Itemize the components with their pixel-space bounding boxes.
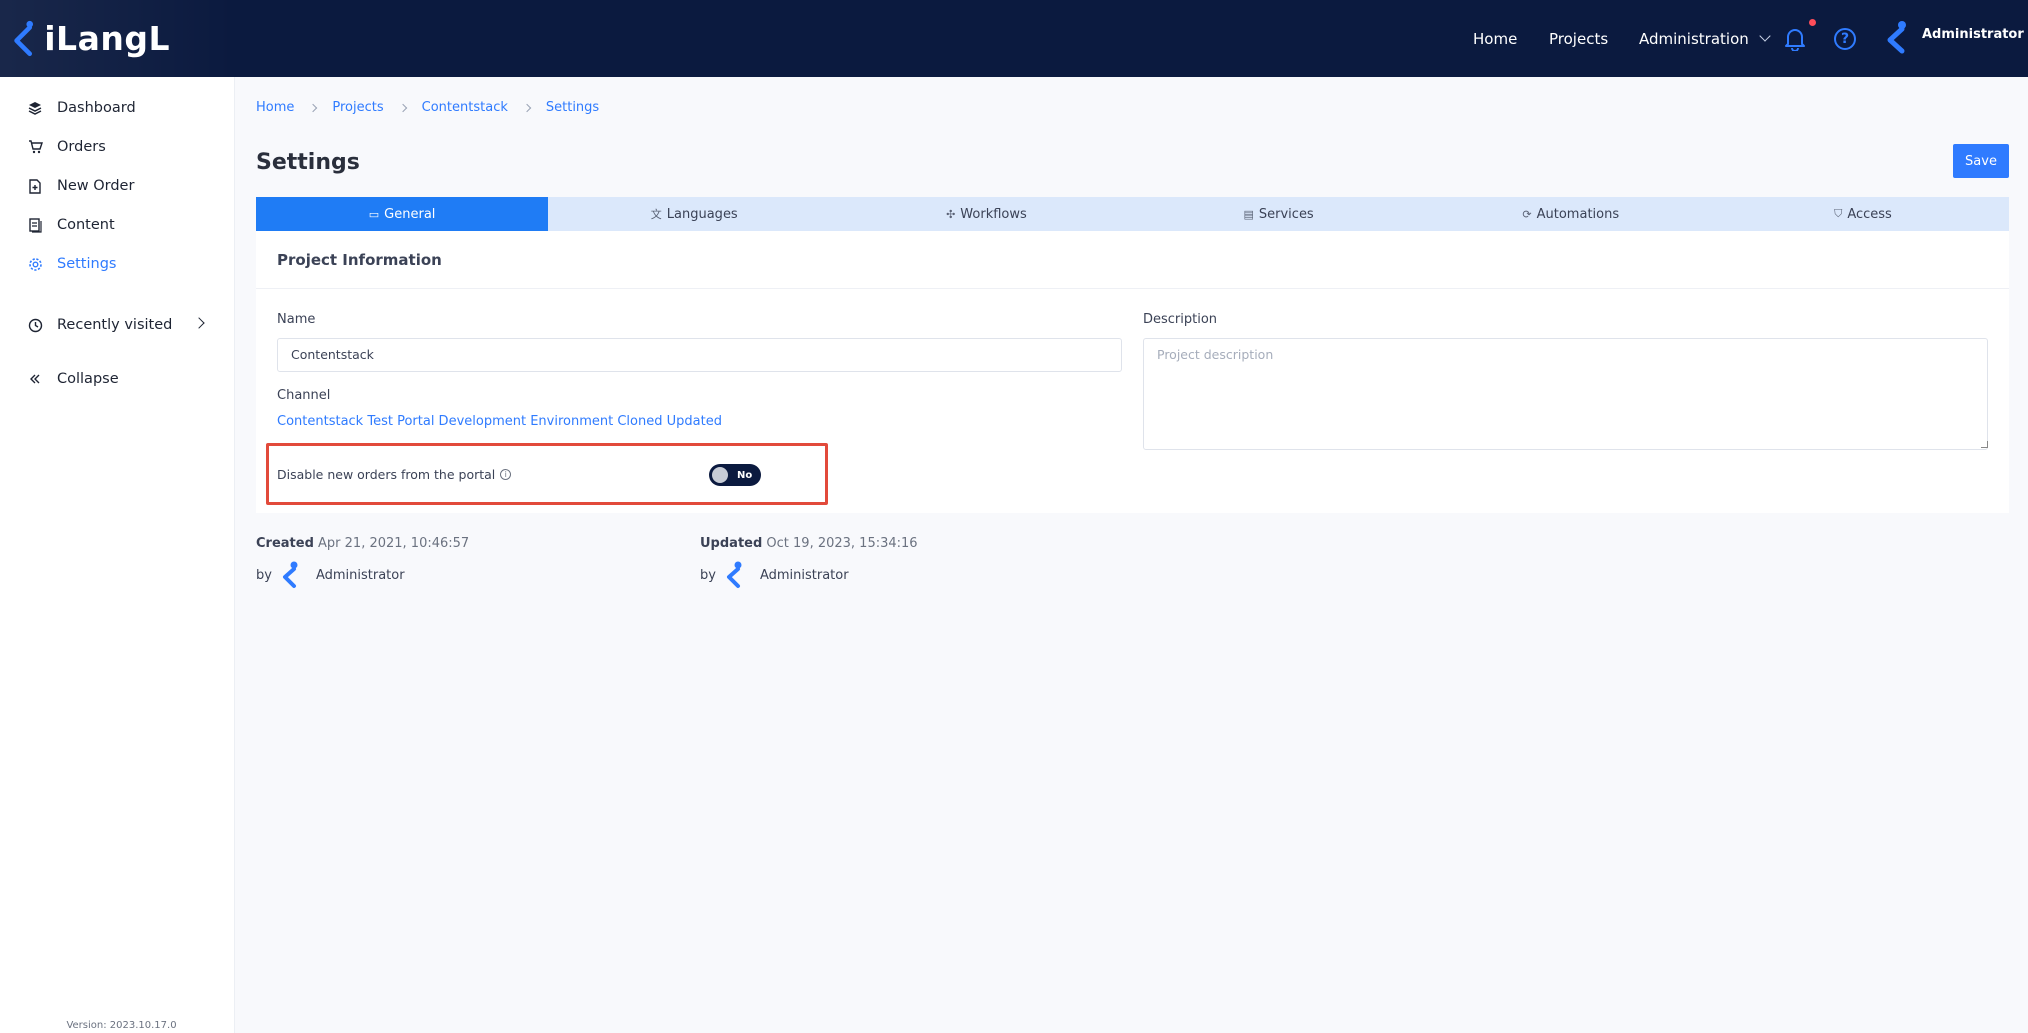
sidebar-item-label: Dashboard [57,100,136,116]
breadcrumb: Home Projects Contentstack Settings [256,100,599,115]
brand-logo[interactable]: iLangL [10,10,170,66]
sidebar-item-content[interactable]: Content [27,213,115,237]
sidebar-item-new-order[interactable]: New Order [27,174,134,198]
sidebar-item-label: Orders [57,139,106,155]
translate-icon: 文 [650,208,662,221]
document-icon [27,217,43,233]
nav-home[interactable]: Home [1473,0,1517,77]
updated-label: Updated [700,536,763,551]
sidebar-item-settings[interactable]: Settings [27,252,116,276]
toggle-state: No [737,469,753,481]
brand-name: iLangL [44,18,170,58]
divider [256,288,2009,289]
user-avatar-icon [282,561,298,588]
help-icon[interactable]: ? [1834,28,1856,50]
sync-icon: ⟳ [1522,207,1532,221]
gear-icon [27,256,43,272]
disable-orders-toggle[interactable]: No [709,464,761,486]
layers-icon [27,100,43,116]
updated-value: Oct 19, 2023, 15:34:16 [766,536,918,551]
card-title: Project Information [277,251,442,269]
description-label: Description [1143,312,1218,327]
breadcrumb-home[interactable]: Home [256,100,294,115]
workflow-icon: ✣ [946,207,956,221]
name-label: Name [277,312,316,327]
created-by-prefix: by [256,567,272,583]
cart-icon [27,139,43,155]
created-value: Apr 21, 2021, 10:46:57 [318,536,470,551]
channel-link[interactable]: Contentstack Test Portal Development Env… [277,414,722,429]
double-chevron-left-icon [27,371,43,387]
file-plus-icon [27,178,43,194]
name-input[interactable]: Contentstack [277,338,1122,372]
description-input[interactable]: Project description [1143,338,1988,450]
user-avatar-icon [726,561,742,588]
server-icon: ▤ [1243,207,1254,221]
breadcrumb-project[interactable]: Contentstack [422,100,508,115]
sidebar-item-dashboard[interactable]: Dashboard [27,96,136,120]
tab-services[interactable]: ▤ Services [1133,197,1425,231]
version-label: Version: 2023.10.17.0 [66,1020,177,1031]
sidebar-recently-visited[interactable]: Recently visited [27,313,172,337]
history-icon [27,317,43,333]
tab-label: Workflows [960,206,1027,222]
chevron-down-icon [1759,30,1771,42]
channel-label: Channel [277,388,331,403]
nav-administration[interactable]: Administration [1639,0,1771,77]
tab-access[interactable]: ⛉ Access [1717,197,2009,231]
nav-projects[interactable]: Projects [1549,0,1608,77]
sidebar-collapse[interactable]: Collapse [27,367,119,391]
chevron-right-icon [398,103,407,112]
tab-label: General [384,206,436,222]
page-title: Settings [256,150,360,175]
chevron-right-icon [309,103,318,112]
notification-badge [1809,19,1816,26]
window-icon: ▭ [368,207,380,221]
updated-by-name: Administrator [759,567,849,583]
sidebar-collapse-label: Collapse [57,371,119,387]
disable-orders-label: Disable new orders from the portal i [277,467,512,482]
sidebar-item-orders[interactable]: Orders [27,135,106,159]
info-icon[interactable]: i [500,469,512,480]
disable-orders-label-text: Disable new orders from the portal [277,467,496,482]
updated-by: by Administrator [700,561,849,589]
toggle-knob [712,467,728,483]
tab-languages[interactable]: 文 Languages [548,197,840,231]
tab-workflows[interactable]: ✣ Workflows [840,197,1132,231]
resize-handle-icon[interactable] [1981,441,1988,448]
breadcrumb-settings[interactable]: Settings [546,100,599,115]
shield-icon: ⛉ [1834,207,1843,220]
tab-automations[interactable]: ⟳ Automations [1425,197,1717,231]
tab-label: Services [1258,206,1314,222]
sidebar-recently-visited-label: Recently visited [57,317,173,333]
tab-label: Automations [1536,206,1620,222]
sidebar-item-label: Content [57,217,115,233]
created-by: by Administrator [256,561,405,589]
created-label: Created [256,536,314,551]
sidebar-item-label: Settings [57,256,117,272]
user-avatar-icon[interactable] [1884,20,1912,54]
sidebar-item-label: New Order [57,178,135,194]
tab-label: Access [1847,206,1892,222]
nav-administration-label: Administration [1639,29,1749,48]
top-bar: iLangL Home Projects Administration ? Ad… [0,0,2028,77]
bell-icon[interactable] [1784,27,1806,51]
created-by-name: Administrator [315,567,405,583]
tab-general[interactable]: ▭ General [256,197,549,231]
updated-by-prefix: by [700,567,716,583]
chevron-right-icon [522,103,532,112]
tab-label: Languages [666,206,738,222]
brand-logo-icon [14,20,34,57]
updated-info: Updated Oct 19, 2023, 15:34:16 [700,536,918,551]
created-info: Created Apr 21, 2021, 10:46:57 [256,536,469,551]
breadcrumb-projects[interactable]: Projects [332,100,383,115]
save-button[interactable]: Save [1953,144,2009,178]
user-name[interactable]: Administrator [1922,27,2024,42]
settings-tabs: ▭ General 文 Languages ✣ Workflows ▤ Serv… [256,197,2009,231]
